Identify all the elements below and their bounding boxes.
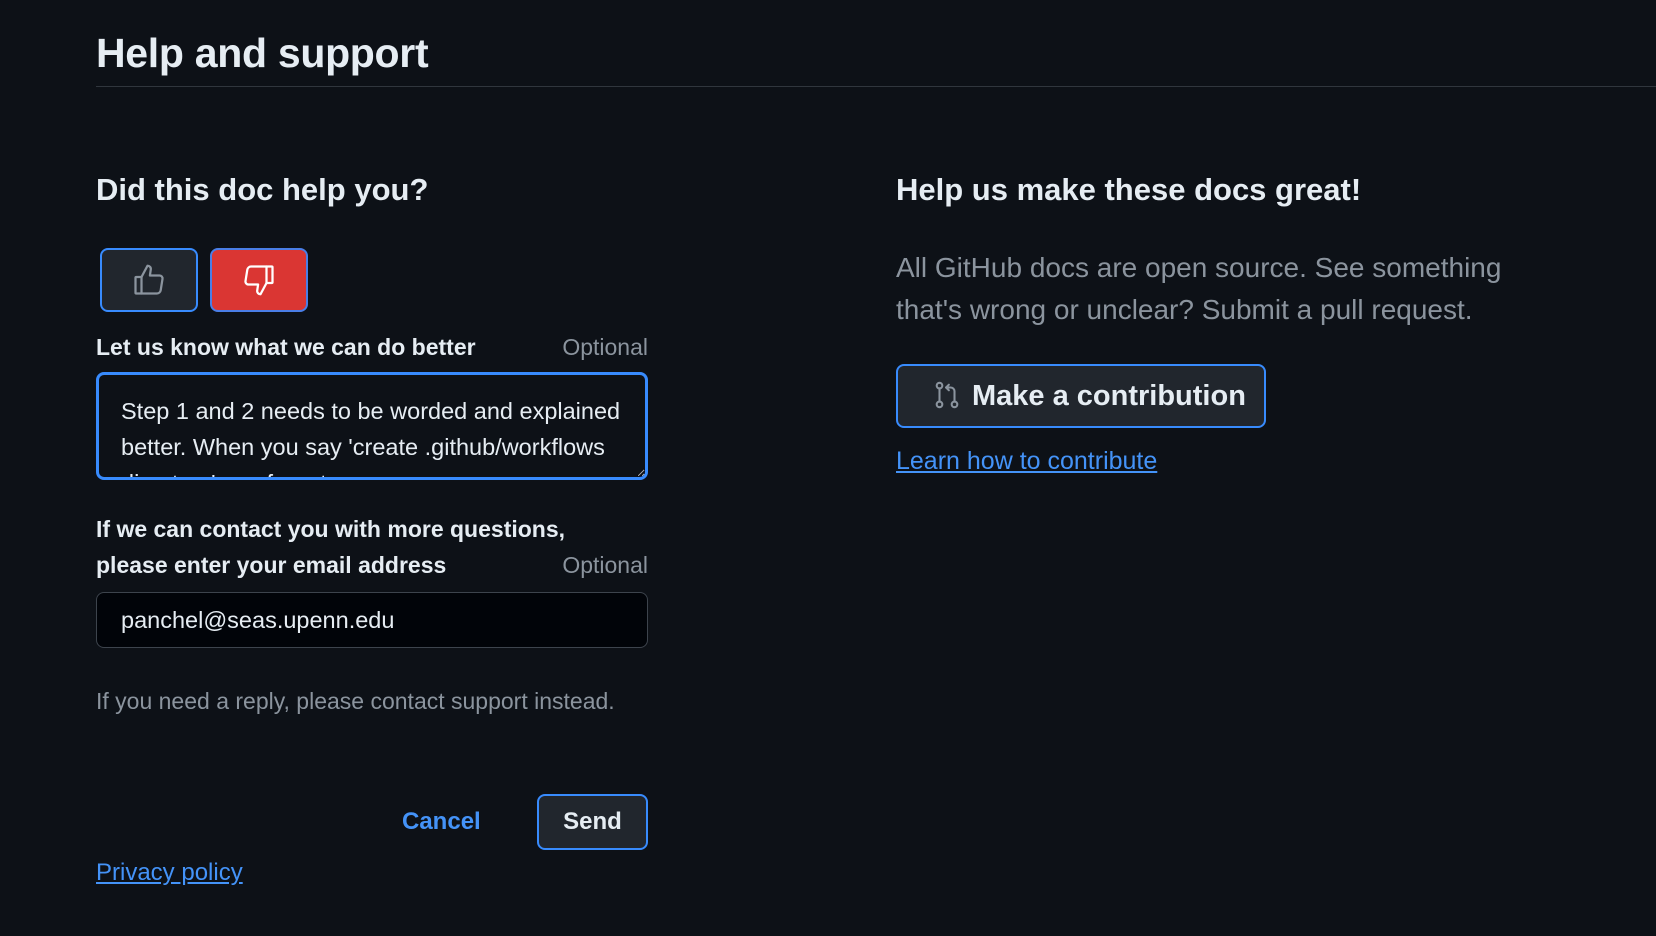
comment-label: Let us know what we can do better [96,334,476,360]
feedback-textarea[interactable] [96,372,648,480]
email-label-line1: If we can contact you with more question… [96,516,566,542]
feedback-heading: Did this doc help you? [96,172,429,207]
contribute-heading: Help us make these docs great! [896,172,1362,207]
cancel-button[interactable]: Cancel [386,800,497,844]
send-button[interactable]: Send [537,794,648,850]
make-contribution-button[interactable]: Make a contribution [896,364,1266,428]
support-note: If you need a reply, please contact supp… [96,688,615,714]
thumbs-down-button[interactable] [210,248,308,312]
comment-optional-tag: Optional [562,334,648,360]
learn-contribute-link[interactable]: Learn how to contribute [896,444,1157,478]
page-title: Help and support [96,30,429,76]
thumbs-up-button[interactable] [100,248,198,312]
contribute-button-label: Make a contribution [972,379,1246,412]
email-optional-tag: Optional [562,552,648,578]
git-pull-request-icon [932,379,962,414]
title-divider [96,86,1656,87]
thumbs-up-icon [131,262,167,298]
thumbs-down-icon [241,262,277,298]
contribute-text: All GitHub docs are open source. See som… [896,252,1502,325]
email-label-line2: please enter your email address [96,552,447,578]
privacy-policy-link[interactable]: Privacy policy [96,856,243,890]
email-field[interactable] [96,592,648,648]
